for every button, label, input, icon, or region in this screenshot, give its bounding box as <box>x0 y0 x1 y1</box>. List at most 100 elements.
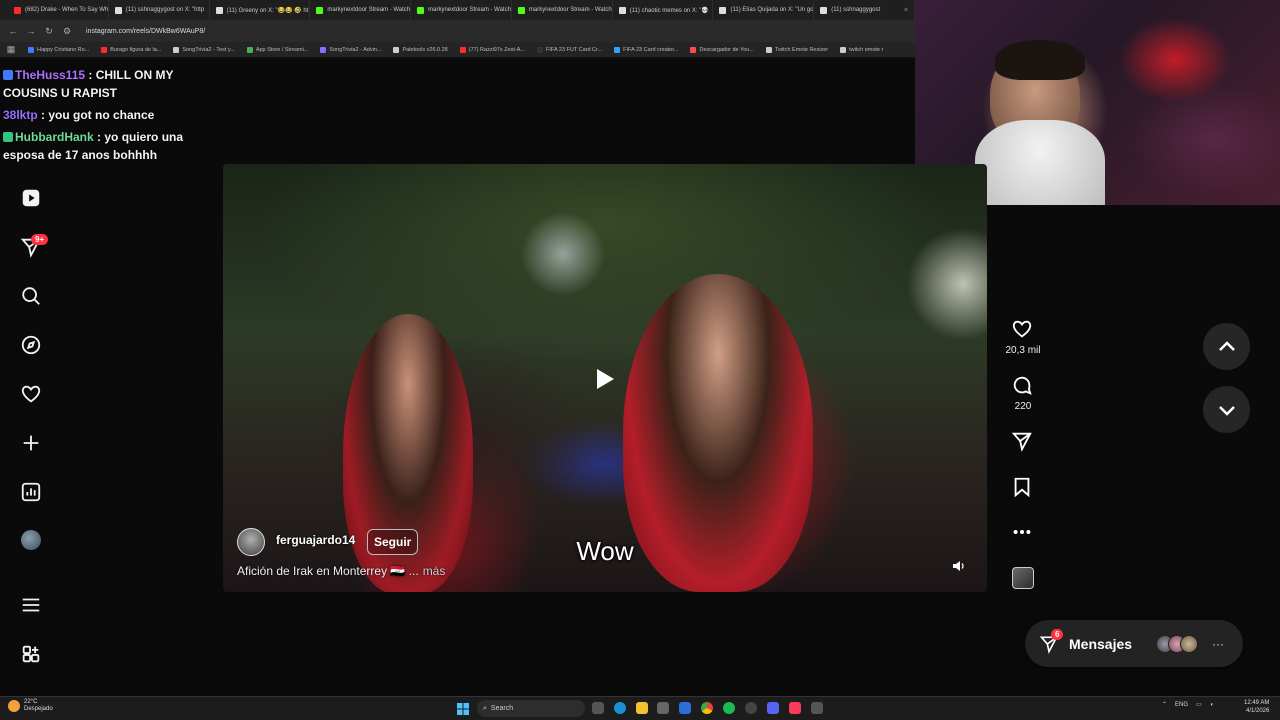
chat-username: HubbardHank <box>15 130 94 144</box>
obs-icon[interactable] <box>745 702 757 714</box>
bookmark-favicon-icon <box>840 46 847 53</box>
messages-button[interactable]: Mensajes ··· <box>1025 620 1243 667</box>
browser-tab[interactable]: (11) Elías Quijada on X: "Un go× <box>713 0 815 20</box>
like-heart-icon[interactable] <box>1011 318 1035 342</box>
app-icon[interactable] <box>811 702 823 714</box>
video-subtitle: Wow <box>576 536 634 566</box>
bookmark-item[interactable]: SongTrivia2 - Test y... <box>173 46 235 53</box>
volume-icon[interactable] <box>952 559 966 573</box>
windows-taskbar: 22°C Despejado ⌕ Search ⌃ ENG ▭ ◖ 12:49 A… <box>0 696 1280 720</box>
more-apps-icon[interactable] <box>19 642 43 666</box>
browser-tab[interactable]: markynextdoor Stream - Watch× <box>411 0 512 20</box>
weather-temp: 22°C <box>24 699 38 705</box>
browser-tab[interactable]: (11) Greeny on X: "😂😂 🤣 ht× <box>210 0 311 20</box>
mail-icon[interactable] <box>679 702 691 714</box>
url-input[interactable]: instagram.com/reels/DWkBw6WAuP8/ <box>86 28 205 35</box>
taskbar-clock[interactable]: 12:49 AM 4/1/2026 <box>1244 699 1269 715</box>
bookmark-label: twitch emote r <box>849 46 884 53</box>
reels-icon[interactable] <box>19 186 43 210</box>
browser-tab[interactable]: (11) sshnaggygost on X: "http× <box>109 0 210 20</box>
next-reel-button[interactable] <box>1203 386 1250 433</box>
audio-thumbnail[interactable] <box>1012 567 1034 589</box>
apps-grid-icon[interactable]: ▦ <box>6 44 16 55</box>
sun-icon <box>8 700 20 712</box>
bookmark-item[interactable]: FIFA 23 Card creator... <box>614 46 678 53</box>
bookmark-label: Descargador de You... <box>699 46 754 53</box>
chat-username: 38lktp <box>3 108 38 122</box>
bookmark-item[interactable]: twitch emote r <box>840 46 884 53</box>
comment-icon[interactable] <box>1011 374 1035 398</box>
more-options-icon[interactable] <box>1011 521 1035 545</box>
bookmark-item[interactable]: Paletools v26.0.28 <box>393 46 448 53</box>
share-icon[interactable] <box>1011 430 1035 454</box>
weather-widget[interactable]: 22°C Despejado <box>8 699 53 713</box>
chevron-up-icon[interactable]: ⌃ <box>1162 701 1167 708</box>
bookmark-item[interactable]: Descargador de You... <box>690 46 754 53</box>
windows-start-icon[interactable] <box>457 702 469 715</box>
follow-button[interactable]: Seguir <box>367 529 419 555</box>
reel-caption: Afición de Irak en Monterrey 🇮🇶 ... más <box>237 564 445 578</box>
tab-label: markynextdoor Stream - Watch <box>428 7 511 13</box>
bookmark-item[interactable]: Happy Cristiano Ro... <box>28 46 90 53</box>
chat-message: HubbardHank : yo quiero una esposa de 17… <box>3 128 203 164</box>
store-icon[interactable] <box>657 702 669 714</box>
reload-icon[interactable]: ↻ <box>44 26 54 37</box>
bookmark-favicon-icon <box>690 46 697 53</box>
bookmark-item[interactable]: Burago figura de la... <box>101 46 161 53</box>
tab-label: (11) Elías Quijada on X: "Un go <box>730 7 814 13</box>
caption-text: Afición de Irak en Monterrey 🇮🇶 ... <box>237 564 419 578</box>
browser-tab[interactable]: markynextdoor Stream - Watch× <box>512 0 613 20</box>
bookmark-favicon-icon <box>765 46 772 53</box>
browser-tab[interactable]: markynextdoor Stream - Watch× <box>310 0 412 20</box>
taskbar-search[interactable]: ⌕ Search <box>477 700 585 717</box>
dashboard-icon[interactable] <box>19 480 43 504</box>
play-icon[interactable] <box>594 367 616 391</box>
messages-more[interactable]: ··· <box>1212 637 1224 651</box>
bookmarks-bar: ▦ Happy Cristiano Ro... Burago figura de … <box>0 42 915 58</box>
search-icon[interactable] <box>19 284 43 308</box>
bookmark-item[interactable]: Twitch Emote Resizer <box>765 46 829 53</box>
close-tab-icon[interactable]: × <box>904 7 908 14</box>
bookmark-item[interactable]: (77) Razzi97s Zest-A... <box>459 46 525 53</box>
notifications-heart-icon[interactable] <box>19 382 43 406</box>
chrome-icon[interactable] <box>701 702 713 714</box>
bookmark-item[interactable]: App Store / Streami... <box>246 46 308 53</box>
caption-more-link[interactable]: más <box>423 564 446 578</box>
previous-reel-button[interactable] <box>1203 323 1250 370</box>
tab-favicon-icon <box>215 6 223 14</box>
menu-icon[interactable] <box>19 593 43 617</box>
browser-tab[interactable]: (11) sshnaggygost × <box>814 0 916 20</box>
system-tray[interactable]: ⌃ ENG ▭ ◖ <box>1162 701 1214 709</box>
language-indicator[interactable]: ENG <box>1175 702 1188 708</box>
bookmark-label: Happy Cristiano Ro... <box>37 46 90 53</box>
profile-avatar[interactable] <box>21 530 41 550</box>
site-info-icon[interactable]: ⚙ <box>62 26 72 37</box>
save-bookmark-icon[interactable] <box>1011 476 1035 500</box>
task-view-icon[interactable] <box>592 702 604 714</box>
bookmark-label: FIFA 23 FUT Card Cr... <box>546 46 603 53</box>
volume-icon[interactable]: ◖ <box>1210 702 1214 708</box>
tab-favicon-icon <box>618 6 626 14</box>
network-icon[interactable]: ▭ <box>1196 701 1202 708</box>
discord-icon[interactable] <box>767 702 779 714</box>
music-icon[interactable] <box>789 702 801 714</box>
browser-tab[interactable]: (682) Drake - When To Say Wh× <box>8 0 109 20</box>
chat-message: 38lktp : you got no chance <box>3 106 203 124</box>
bookmark-item[interactable]: SongTrivia2 - Advin... <box>320 46 381 53</box>
back-icon[interactable]: ← <box>8 26 18 36</box>
spotify-icon[interactable] <box>723 702 735 714</box>
bookmark-item[interactable]: FIFA 23 FUT Card Cr... <box>537 46 603 53</box>
clock-time: 12:49 AM <box>1244 700 1270 706</box>
bookmark-favicon-icon <box>393 46 400 53</box>
edge-icon[interactable] <box>614 702 626 714</box>
author-username[interactable]: ferguajardo14 <box>276 533 355 547</box>
file-explorer-icon[interactable] <box>636 702 648 714</box>
browser-tab[interactable]: (11) chaotic memes on X: "💀× <box>613 0 714 20</box>
explore-icon[interactable] <box>19 333 43 357</box>
bookmark-label: Twitch Emote Resizer <box>774 46 829 53</box>
create-plus-icon[interactable] <box>19 431 43 455</box>
avatar <box>1180 634 1199 653</box>
search-icon: ⌕ <box>483 704 487 712</box>
author-avatar[interactable] <box>237 528 265 556</box>
forward-icon[interactable]: → <box>26 26 36 36</box>
